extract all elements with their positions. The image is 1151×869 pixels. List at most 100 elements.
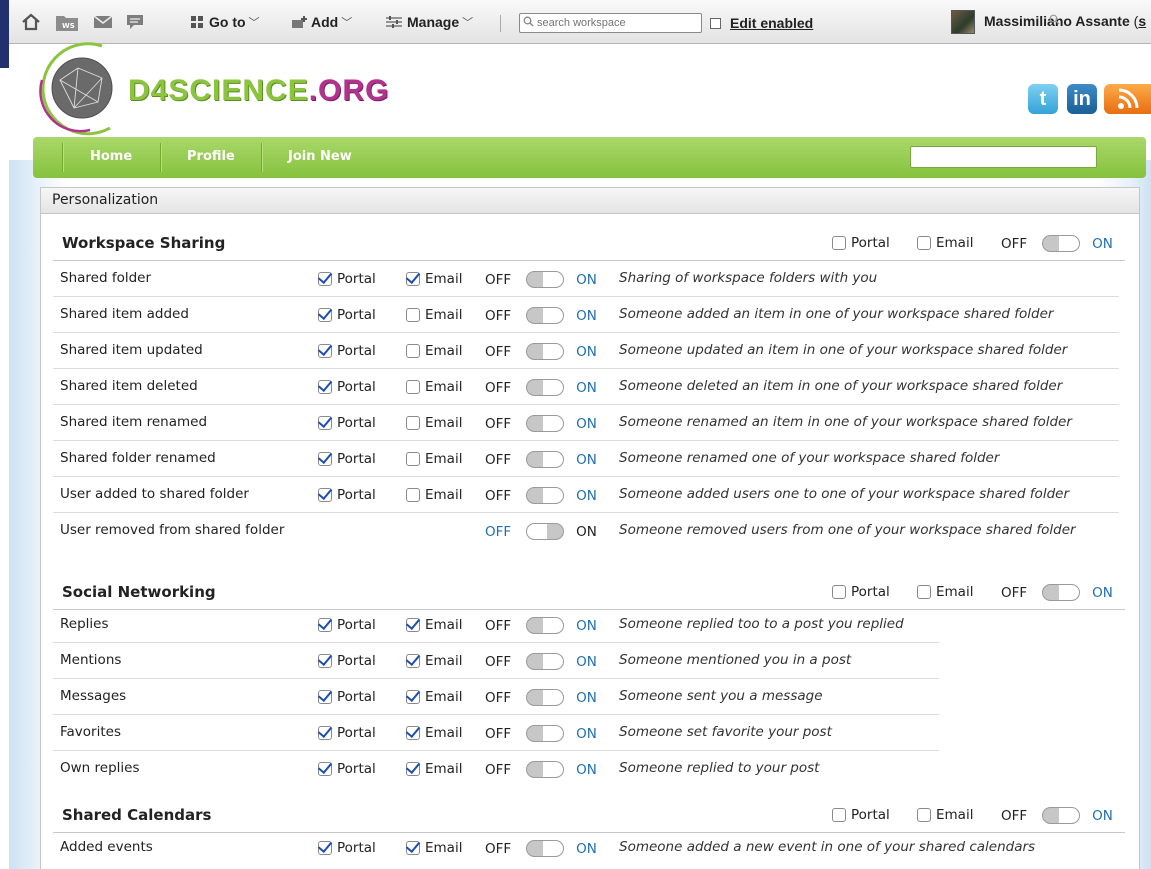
email-checkbox[interactable]: Email bbox=[406, 840, 462, 856]
checkbox-box[interactable] bbox=[318, 762, 332, 776]
nav-item-join-new[interactable]: Join New bbox=[288, 149, 352, 164]
checkbox-box[interactable] bbox=[318, 344, 332, 358]
toggle-switch[interactable] bbox=[526, 840, 565, 857]
notification-toggle[interactable]: OFF ON bbox=[485, 487, 597, 504]
toggle-switch[interactable] bbox=[1042, 584, 1081, 601]
site-search-input[interactable] bbox=[910, 146, 1097, 168]
checkbox-box[interactable] bbox=[318, 726, 332, 740]
portal-checkbox[interactable]: Portal bbox=[318, 725, 376, 741]
section-email-checkbox[interactable]: Email bbox=[917, 584, 973, 600]
toggle-switch[interactable] bbox=[526, 415, 565, 432]
email-checkbox[interactable]: Email bbox=[406, 415, 462, 431]
add-menu[interactable]: Add ﹀ bbox=[291, 12, 352, 32]
edit-enabled-checkbox[interactable] bbox=[710, 18, 721, 29]
nav-item-home[interactable]: Home bbox=[90, 149, 132, 164]
checkbox-box[interactable] bbox=[318, 452, 332, 466]
checkbox-box[interactable] bbox=[406, 308, 420, 322]
search-icon[interactable] bbox=[1049, 14, 1060, 25]
chat-icon[interactable] bbox=[125, 12, 145, 32]
notification-toggle[interactable]: OFF ON bbox=[485, 725, 597, 742]
checkbox-box[interactable] bbox=[318, 488, 332, 502]
email-checkbox[interactable]: Email bbox=[406, 271, 462, 287]
notification-toggle[interactable]: OFF ON bbox=[485, 451, 597, 468]
checkbox-box[interactable] bbox=[318, 654, 332, 668]
linkedin-icon[interactable]: in bbox=[1067, 84, 1097, 114]
notification-toggle[interactable]: OFF ON bbox=[485, 523, 597, 540]
checkbox-box[interactable] bbox=[318, 308, 332, 322]
checkbox-box[interactable] bbox=[406, 618, 420, 632]
user-extra-link[interactable]: s bbox=[1138, 13, 1146, 29]
section-portal-checkbox[interactable]: Portal bbox=[832, 235, 890, 251]
checkbox-box[interactable] bbox=[917, 236, 931, 250]
toggle-switch[interactable] bbox=[526, 271, 565, 288]
rss-icon[interactable] bbox=[1104, 84, 1151, 114]
toggle-switch[interactable] bbox=[1042, 235, 1081, 252]
notification-toggle[interactable]: OFF ON bbox=[485, 840, 597, 857]
checkbox-box[interactable] bbox=[318, 690, 332, 704]
home-icon[interactable] bbox=[21, 12, 41, 32]
section-portal-checkbox[interactable]: Portal bbox=[832, 807, 890, 823]
site-logo-text[interactable]: D4SCIENCE.ORG bbox=[128, 74, 389, 108]
email-checkbox[interactable]: Email bbox=[406, 451, 462, 467]
checkbox-box[interactable] bbox=[406, 762, 420, 776]
checkbox-box[interactable] bbox=[318, 416, 332, 430]
toggle-switch[interactable] bbox=[526, 761, 565, 778]
checkbox-box[interactable] bbox=[406, 654, 420, 668]
section-portal-checkbox[interactable]: Portal bbox=[832, 584, 890, 600]
toggle-switch[interactable] bbox=[526, 523, 565, 540]
notification-toggle[interactable]: OFF ON bbox=[485, 761, 597, 778]
portal-checkbox[interactable]: Portal bbox=[318, 761, 376, 777]
checkbox-box[interactable] bbox=[406, 452, 420, 466]
toggle-switch[interactable] bbox=[526, 487, 565, 504]
toggle-switch[interactable] bbox=[526, 689, 565, 706]
checkbox-box[interactable] bbox=[406, 416, 420, 430]
mail-icon[interactable] bbox=[93, 12, 113, 32]
notification-toggle[interactable]: OFF ON bbox=[485, 379, 597, 396]
section-email-checkbox[interactable]: Email bbox=[917, 807, 973, 823]
email-checkbox[interactable]: Email bbox=[406, 761, 462, 777]
email-checkbox[interactable]: Email bbox=[406, 725, 462, 741]
toggle-switch[interactable] bbox=[1042, 807, 1081, 824]
checkbox-box[interactable] bbox=[406, 488, 420, 502]
email-checkbox[interactable]: Email bbox=[406, 487, 462, 503]
workspace-icon[interactable]: WS bbox=[55, 12, 79, 32]
twitter-icon[interactable]: t bbox=[1028, 84, 1058, 114]
notification-toggle[interactable]: OFF ON bbox=[485, 415, 597, 432]
checkbox-box[interactable] bbox=[406, 272, 420, 286]
portal-checkbox[interactable]: Portal bbox=[318, 487, 376, 503]
portal-checkbox[interactable]: Portal bbox=[318, 307, 376, 323]
edit-enabled-link[interactable]: Edit enabled bbox=[730, 15, 813, 31]
checkbox-box[interactable] bbox=[832, 808, 846, 822]
portal-checkbox[interactable]: Portal bbox=[318, 689, 376, 705]
email-checkbox[interactable]: Email bbox=[406, 653, 462, 669]
toggle-switch[interactable] bbox=[526, 307, 565, 324]
email-checkbox[interactable]: Email bbox=[406, 379, 462, 395]
toggle-switch[interactable] bbox=[526, 653, 565, 670]
notification-toggle[interactable]: OFF ON bbox=[485, 307, 597, 324]
checkbox-box[interactable] bbox=[406, 344, 420, 358]
checkbox-box[interactable] bbox=[318, 841, 332, 855]
checkbox-box[interactable] bbox=[832, 236, 846, 250]
goto-menu[interactable]: Go to ﹀ bbox=[190, 12, 260, 32]
checkbox-box[interactable] bbox=[917, 585, 931, 599]
notification-toggle[interactable]: OFF ON bbox=[485, 343, 597, 360]
toggle-switch[interactable] bbox=[526, 451, 565, 468]
toggle-switch[interactable] bbox=[526, 343, 565, 360]
checkbox-box[interactable] bbox=[406, 841, 420, 855]
email-checkbox[interactable]: Email bbox=[406, 307, 462, 323]
checkbox-box[interactable] bbox=[318, 618, 332, 632]
checkbox-box[interactable] bbox=[406, 726, 420, 740]
section-email-checkbox[interactable]: Email bbox=[917, 235, 973, 251]
avatar[interactable] bbox=[951, 10, 975, 34]
portal-checkbox[interactable]: Portal bbox=[318, 343, 376, 359]
user-menu[interactable]: Massimiliano Assante (s bbox=[984, 13, 1146, 29]
portal-checkbox[interactable]: Portal bbox=[318, 617, 376, 633]
toggle-switch[interactable] bbox=[526, 379, 565, 396]
toggle-switch[interactable] bbox=[526, 617, 565, 634]
email-checkbox[interactable]: Email bbox=[406, 343, 462, 359]
notification-toggle[interactable]: OFF ON bbox=[485, 271, 597, 288]
checkbox-box[interactable] bbox=[832, 585, 846, 599]
portal-checkbox[interactable]: Portal bbox=[318, 653, 376, 669]
portal-checkbox[interactable]: Portal bbox=[318, 451, 376, 467]
workspace-search-input[interactable] bbox=[519, 13, 702, 33]
